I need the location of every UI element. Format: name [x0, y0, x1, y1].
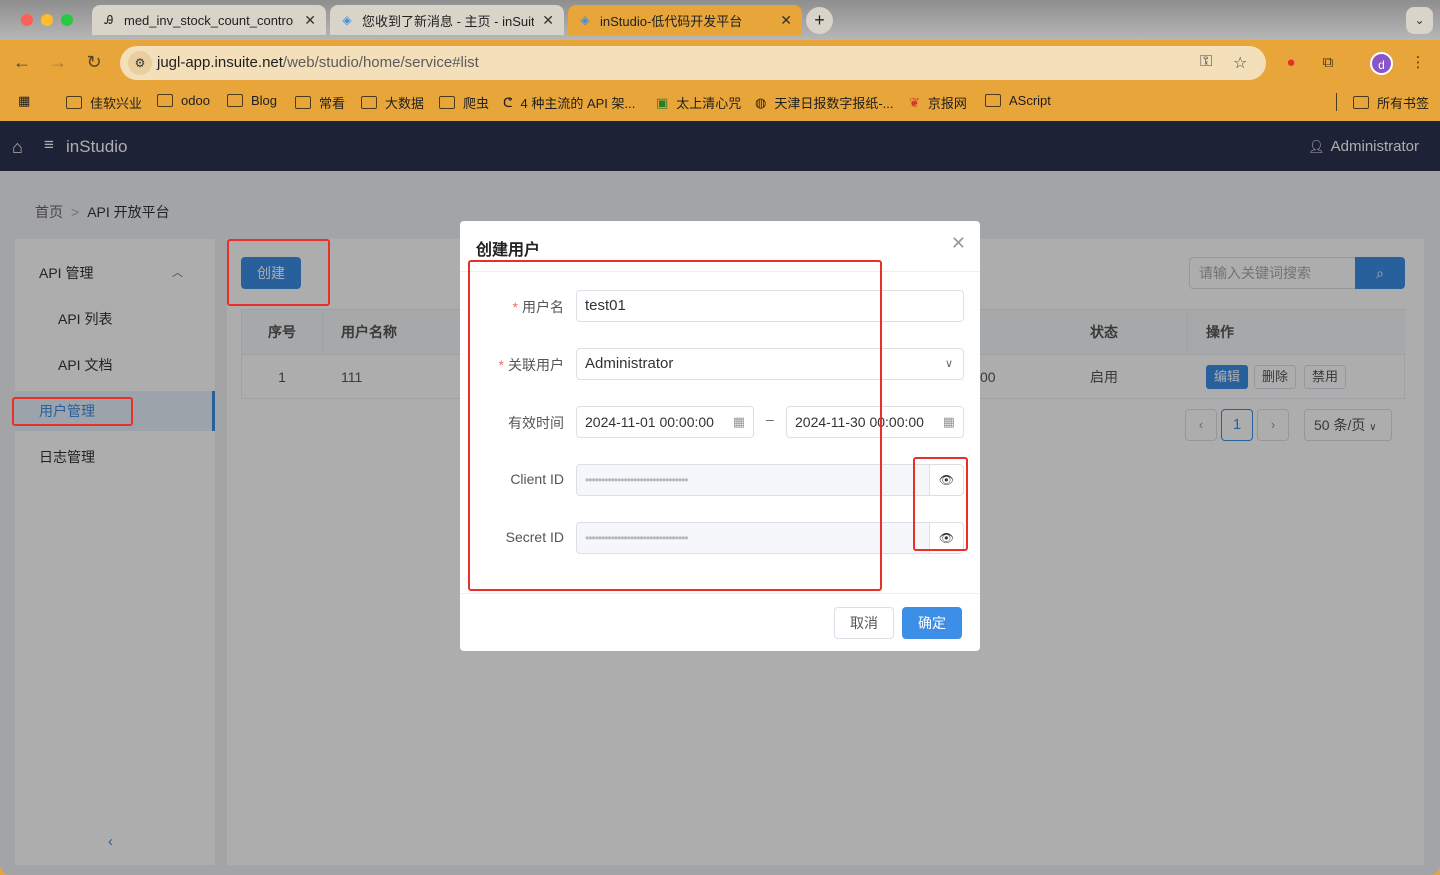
- browser-tab-active[interactable]: ◈ inStudio-低代码开发平台 ✕: [568, 5, 802, 35]
- browser-tab[interactable]: ◈ 您收到了新消息 - 主页 - inSuit ✕: [330, 5, 564, 35]
- close-tab-icon[interactable]: ✕: [304, 12, 316, 29]
- annotation-box-form: [468, 260, 882, 591]
- site-settings-icon[interactable]: ⚙: [128, 51, 152, 75]
- bookmark-folder[interactable]: AScript: [985, 93, 1051, 108]
- address-bar[interactable]: ⚙ jugl-app.insuite.net/web/studio/home/s…: [120, 46, 1266, 80]
- bookmark-link[interactable]: ▣ 太上清心咒: [656, 93, 741, 112]
- bookmark-link[interactable]: ❦ 京报网: [909, 93, 967, 112]
- forward-arrow-icon[interactable]: →: [46, 50, 70, 74]
- folder-icon: [227, 94, 243, 107]
- url-text[interactable]: jugl-app.insuite.net/web/studio/home/ser…: [157, 54, 479, 71]
- bookmark-folder[interactable]: 爬虫: [439, 93, 489, 112]
- back-arrow-icon[interactable]: ←: [10, 50, 34, 74]
- browser-toolbar: ← → ↻ ⚙ jugl-app.insuite.net/web/studio/…: [0, 40, 1440, 85]
- ascript-icon: Ꭿ: [104, 13, 114, 27]
- folder-icon: [157, 94, 173, 107]
- bookmark-folder[interactable]: 常看: [295, 93, 345, 112]
- browser-titlebar: Ꭿ med_inv_stock_count_contro ✕ ◈ 您收到了新消息…: [0, 0, 1440, 40]
- bookmark-site-icon: ▣: [656, 94, 669, 110]
- globe-icon: ◍: [755, 94, 767, 110]
- bookmark-folder[interactable]: odoo: [157, 93, 210, 108]
- bookmark-link[interactable]: ◍ 天津日报数字报纸-...: [755, 93, 894, 112]
- chevron-down-icon: ∨: [944, 358, 953, 370]
- close-tab-icon[interactable]: ✕: [780, 12, 792, 29]
- cancel-button[interactable]: 取消: [834, 607, 894, 639]
- profile-avatar[interactable]: d: [1370, 52, 1393, 75]
- insuite-icon: ◈: [342, 13, 352, 27]
- folder-icon: [66, 96, 82, 109]
- minimize-window-button[interactable]: [41, 14, 53, 26]
- bookmark-site-icon: ᕦ: [503, 94, 513, 110]
- bookmark-link[interactable]: ᕦ4 种主流的 API 架...: [503, 93, 635, 112]
- extensions-puzzle-icon[interactable]: ⧉: [1318, 53, 1338, 73]
- folder-icon: [439, 96, 455, 109]
- annotation-box-create: [227, 239, 330, 306]
- folder-icon: [985, 94, 1001, 107]
- tab-title: med_inv_stock_count_contro: [124, 12, 294, 28]
- bookmark-folder[interactable]: Blog: [227, 93, 277, 108]
- bookmarks-bar: ▦ 佳软兴业 odoo Blog 常看 大数据 爬虫 ᕦ4 种主流的 API 架…: [0, 85, 1440, 121]
- reload-icon[interactable]: ↻: [82, 50, 106, 74]
- new-tab-button[interactable]: +: [806, 7, 833, 34]
- close-window-button[interactable]: [21, 14, 33, 26]
- folder-icon: [361, 96, 377, 109]
- more-menu-icon[interactable]: ⋮: [1408, 53, 1428, 73]
- tab-title: 您收到了新消息 - 主页 - inSuit: [362, 13, 535, 29]
- bookmark-folder[interactable]: 佳软兴业: [66, 93, 142, 112]
- tab-title: inStudio-低代码开发平台: [600, 13, 743, 29]
- bookmark-star-icon[interactable]: ☆: [1233, 53, 1247, 73]
- bookmarks-divider: [1336, 93, 1337, 111]
- close-icon[interactable]: ✕: [951, 233, 966, 254]
- password-key-icon[interactable]: ⚿: [1200, 53, 1212, 71]
- apps-grid-icon[interactable]: ▦: [18, 93, 38, 109]
- bookmark-site-icon: ❦: [909, 94, 920, 110]
- calendar-icon: ▦: [939, 407, 955, 437]
- all-bookmarks-folder[interactable]: 所有书签: [1353, 93, 1429, 112]
- folder-icon: [1353, 96, 1369, 109]
- browser-tab[interactable]: Ꭿ med_inv_stock_count_contro ✕: [92, 5, 326, 35]
- extension-stop-icon[interactable]: ●: [1281, 53, 1301, 73]
- dialog-title: 创建用户: [476, 242, 541, 259]
- bookmark-folder[interactable]: 大数据: [361, 93, 424, 112]
- annotation-box-user-management: [12, 397, 133, 426]
- folder-icon: [295, 96, 311, 109]
- confirm-button[interactable]: 确定: [902, 607, 962, 639]
- annotation-box-eye-buttons: [913, 457, 968, 551]
- tab-search-chevron-icon[interactable]: ⌄: [1406, 7, 1433, 34]
- close-tab-icon[interactable]: ✕: [542, 12, 554, 29]
- insuite-icon: ◈: [580, 13, 590, 27]
- maximize-window-button[interactable]: [61, 14, 73, 26]
